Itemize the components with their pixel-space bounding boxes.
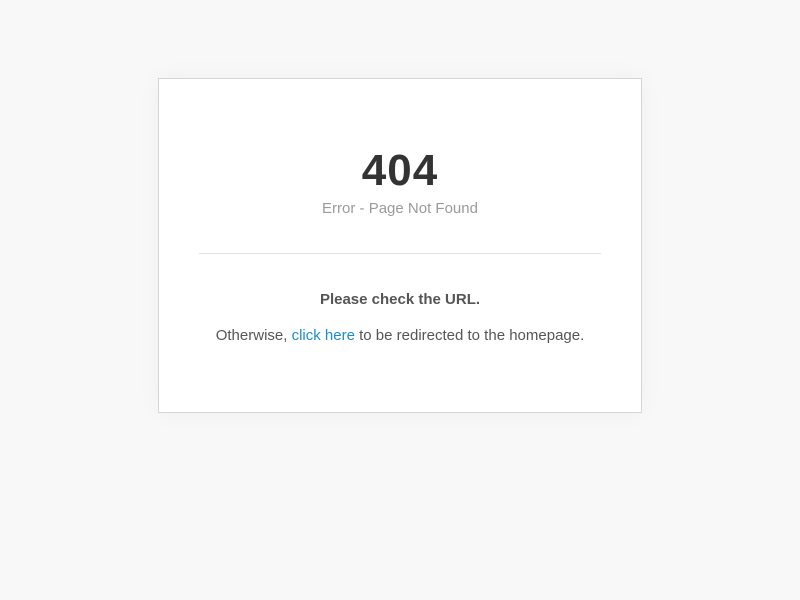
redirect-message: Otherwise, click here to be redirected t… bbox=[159, 326, 641, 346]
error-page: 404 Error - Page Not Found Please check … bbox=[0, 0, 800, 600]
redirect-suffix: to be redirected to the homepage. bbox=[354, 327, 585, 344]
error-card: 404 Error - Page Not Found Please check … bbox=[158, 78, 642, 413]
homepage-link[interactable]: click here bbox=[292, 327, 355, 344]
error-subtitle: Error - Page Not Found bbox=[322, 200, 478, 217]
check-url-message: Please check the URL. bbox=[319, 291, 481, 308]
redirect-prefix: Otherwise, bbox=[215, 327, 292, 344]
error-code: 404 bbox=[361, 146, 439, 195]
divider bbox=[199, 253, 601, 254]
